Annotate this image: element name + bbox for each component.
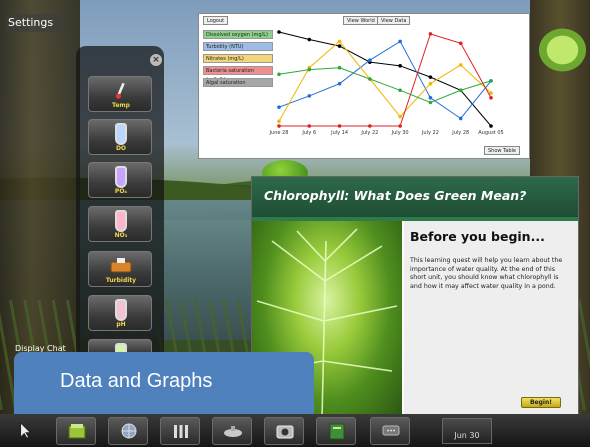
globe-icon — [121, 423, 137, 439]
data-point[interactable] — [428, 81, 433, 86]
measurement-tools-button[interactable] — [160, 417, 200, 445]
x-tick-label: July 30 — [391, 130, 409, 136]
data-point[interactable] — [307, 37, 312, 42]
series-line-3 — [279, 33, 492, 127]
test-tube-icon — [115, 166, 127, 188]
data-point[interactable] — [398, 124, 402, 128]
x-tick-label: July 6 — [301, 130, 316, 136]
series-line-2 — [278, 40, 492, 122]
chat-button[interactable] — [370, 417, 410, 445]
quest-title: Chlorophyll: What Does Green Mean? — [264, 188, 527, 203]
data-point[interactable] — [398, 114, 402, 119]
x-tick-label: August 05 — [478, 130, 503, 136]
data-graph-panel: Logout View World View Data Dissolved ox… — [198, 13, 530, 159]
camera-icon — [276, 425, 294, 439]
tool-label: Turbidity — [105, 277, 137, 284]
data-point[interactable] — [368, 124, 372, 128]
show-table-button[interactable]: Show Table — [484, 146, 521, 155]
measurement-tools-icon — [174, 425, 188, 438]
data-point[interactable] — [458, 116, 463, 121]
bottom-toolbar: Jun 30 — [0, 414, 590, 447]
x-tick-label: July 28 — [451, 130, 469, 136]
data-point[interactable] — [368, 58, 372, 62]
settings-button[interactable]: Settings — [6, 14, 66, 32]
data-point[interactable] — [277, 124, 281, 128]
date-display: Jun 30 — [442, 418, 492, 444]
data-point[interactable] — [307, 94, 312, 98]
data-point[interactable] — [337, 39, 342, 44]
quest-description: This learning quest will help you learn … — [410, 257, 563, 290]
data-point[interactable] — [337, 81, 342, 86]
quest-header: Chlorophyll: What Does Green Mean? — [252, 177, 578, 217]
slide-caption: Data and Graphs — [14, 352, 314, 414]
chat-icon — [382, 425, 400, 436]
x-tick-label: June 28 — [269, 130, 289, 136]
tool-label: pH — [116, 321, 126, 328]
test-tube-icon — [115, 123, 127, 145]
data-point[interactable] — [458, 88, 463, 93]
x-tick-label: July 14 — [330, 130, 348, 136]
data-point[interactable] — [489, 96, 493, 100]
data-point[interactable] — [458, 41, 463, 46]
journal-button[interactable] — [316, 417, 356, 445]
line-chart: June 28 July 6 July 14 July 22 July 30 July 2… — [269, 30, 504, 136]
data-point[interactable] — [337, 44, 342, 48]
field-notebook-icon — [68, 424, 86, 439]
data-point[interactable] — [307, 124, 312, 128]
tool-label: DO — [115, 145, 127, 152]
measurement-tool-palette: × Temp DO PO₄ NO₃ Turbidity pH — [76, 46, 164, 364]
tool-label: NO₃ — [114, 232, 128, 239]
data-point[interactable] — [277, 105, 281, 109]
tool-temp-button[interactable]: Temp — [88, 76, 152, 112]
data-point[interactable] — [398, 88, 402, 93]
data-point[interactable] — [277, 72, 281, 77]
data-point[interactable] — [337, 124, 342, 128]
submarine-button[interactable] — [212, 417, 252, 445]
data-point[interactable] — [489, 91, 493, 95]
x-tick-label: July 22 — [360, 130, 378, 136]
thermometer-icon — [115, 82, 125, 99]
data-point[interactable] — [398, 64, 402, 68]
data-point[interactable] — [489, 124, 493, 128]
tool-label: Temp — [112, 102, 130, 109]
data-point[interactable] — [307, 67, 312, 72]
green-foliage-patch — [535, 25, 590, 75]
tool-label: PO₄ — [114, 188, 128, 195]
data-point[interactable] — [398, 39, 402, 44]
submarine-icon — [224, 426, 242, 437]
test-tube-icon — [115, 210, 127, 232]
caption-text: Data and Graphs — [60, 370, 213, 392]
tool-po4-button[interactable]: PO₄ — [88, 162, 152, 198]
camera-button[interactable] — [264, 417, 304, 445]
begin-button[interactable]: Begin! — [521, 397, 561, 408]
series-line-0 — [278, 31, 492, 127]
quest-heading: Before you begin... — [410, 229, 545, 244]
globe-button[interactable] — [108, 417, 148, 445]
data-point[interactable] — [277, 30, 281, 34]
data-point[interactable] — [337, 65, 342, 70]
journal-icon — [329, 423, 345, 440]
x-tick-label: July 22 — [421, 130, 439, 136]
data-point[interactable] — [368, 77, 372, 81]
cursor-icon — [20, 421, 32, 439]
cursor-button[interactable] — [6, 417, 42, 445]
data-point[interactable] — [428, 100, 433, 105]
data-point[interactable] — [458, 63, 463, 67]
data-point[interactable] — [489, 79, 493, 83]
data-point[interactable] — [428, 32, 433, 36]
data-point[interactable] — [428, 75, 433, 79]
quest-body: Before you begin... This learning quest … — [404, 221, 578, 419]
data-point[interactable] — [428, 96, 433, 100]
turbidity-kit-icon — [110, 258, 132, 273]
tool-no3-button[interactable]: NO₃ — [88, 206, 152, 242]
tool-do-button[interactable]: DO — [88, 119, 152, 155]
palette-close-icon[interactable]: × — [150, 54, 162, 66]
test-tube-icon — [115, 299, 127, 321]
tool-ph-button[interactable]: pH — [88, 295, 152, 331]
field-notebook-button[interactable] — [56, 417, 96, 445]
data-point[interactable] — [277, 119, 281, 124]
tool-turbidity-button[interactable]: Turbidity — [88, 251, 152, 287]
series-line-1 — [278, 40, 492, 120]
